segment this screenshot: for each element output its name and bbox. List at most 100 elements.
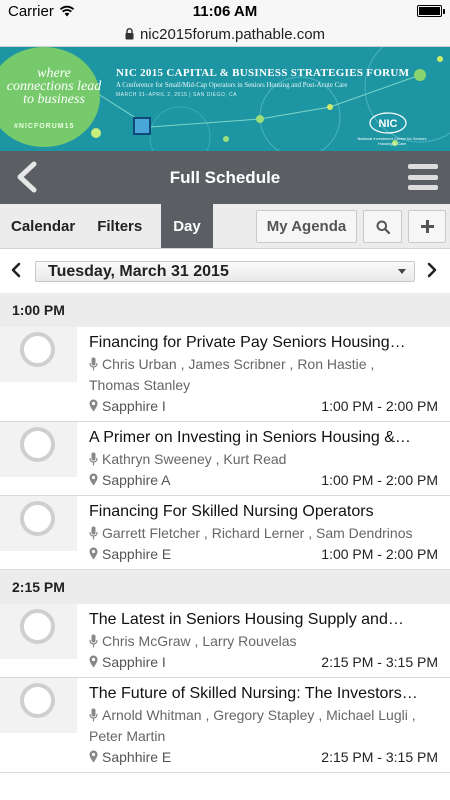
nic-logo-caption: National Investment Center for Seniors H… xyxy=(357,136,427,146)
session-row[interactable]: The Future of Skilled Nursing: The Inves… xyxy=(0,678,450,773)
session-time: 1:00 PM - 2:00 PM xyxy=(321,472,438,488)
speaker-link[interactable]: Kathryn Sweeney xyxy=(102,451,212,467)
microphone-icon xyxy=(89,634,98,648)
add-to-agenda-circle-icon[interactable] xyxy=(20,609,55,644)
plus-icon xyxy=(420,220,434,233)
session-title[interactable]: The Future of Skilled Nursing: The Inves… xyxy=(89,683,438,705)
session-location: Sapphire I xyxy=(89,396,166,417)
session-toggle-area xyxy=(0,678,77,733)
location-pin-icon xyxy=(89,655,98,668)
tab-calendar[interactable]: Calendar xyxy=(0,204,86,248)
session-title[interactable]: The Latest in Seniors Housing Supply and… xyxy=(89,609,438,631)
session-meta: Sapphire I 2:15 PM - 3:15 PM xyxy=(89,652,438,673)
schedule-list: 1:00 PM Financing for Private Pay Seniors… xyxy=(0,293,450,773)
microphone-icon xyxy=(89,452,98,466)
time-slot-header: 2:15 PM xyxy=(0,570,450,604)
speaker-link[interactable]: Ron Hastie xyxy=(297,356,366,372)
session-row[interactable]: The Latest in Seniors Housing Supply and… xyxy=(0,604,450,678)
speaker-link[interactable]: Chris McGraw xyxy=(102,633,191,649)
add-to-agenda-circle-icon[interactable] xyxy=(20,501,55,536)
session-toggle-area xyxy=(0,604,77,659)
speaker-link[interactable]: Larry Rouvelas xyxy=(202,633,296,649)
add-to-agenda-circle-icon[interactable] xyxy=(20,332,55,367)
carrier-label: Carrier xyxy=(8,2,54,20)
next-day-icon[interactable] xyxy=(426,262,438,278)
session-meta: Sapphire A 1:00 PM - 2:00 PM xyxy=(89,470,438,491)
session-details: Financing For Skilled Nursing Operators G… xyxy=(89,496,450,569)
banner-subtitle: A Conference for Small/Mid-Cap Operators… xyxy=(116,82,348,89)
speaker-link[interactable]: Gregory Stapley xyxy=(213,707,314,723)
status-bar: Carrier 11:06 AM xyxy=(0,0,450,22)
previous-day-icon[interactable] xyxy=(10,262,22,278)
location-pin-icon xyxy=(89,399,98,412)
wifi-icon xyxy=(59,5,74,17)
session-title[interactable]: Financing for Private Pay Seniors Housin… xyxy=(89,332,438,354)
speaker-link[interactable]: Michael Lugli xyxy=(326,707,408,723)
location-pin-icon xyxy=(89,750,98,763)
session-row[interactable]: Financing For Skilled Nursing Operators G… xyxy=(0,496,450,570)
session-speakers: Chris McGraw , Larry Rouvelas xyxy=(89,631,438,652)
url-text[interactable]: nic2015forum.pathable.com xyxy=(140,26,325,43)
session-row[interactable]: A Primer on Investing in Seniors Housing… xyxy=(0,422,450,496)
session-location-label: Sapphire A xyxy=(102,472,171,488)
banner-tagline: where connections lead to business xyxy=(6,66,102,107)
session-title[interactable]: A Primer on Investing in Seniors Housing… xyxy=(89,427,438,449)
session-details: The Future of Skilled Nursing: The Inves… xyxy=(89,678,450,772)
session-time: 1:00 PM - 2:00 PM xyxy=(321,546,438,562)
date-selector-row: Tuesday, March 31 2015 xyxy=(0,249,450,293)
session-speakers: Arnold Whitman , Gregory Stapley , Micha… xyxy=(89,707,416,744)
add-to-agenda-circle-icon[interactable] xyxy=(20,683,55,718)
session-location-label: Sapphire I xyxy=(102,398,166,414)
session-details: A Primer on Investing in Seniors Housing… xyxy=(89,422,450,495)
session-meta: Sapphire E 1:00 PM - 2:00 PM xyxy=(89,544,438,565)
session-toggle-area xyxy=(0,496,77,551)
speaker-link[interactable]: Richard Lerner xyxy=(212,525,305,541)
session-location: Sapphire E xyxy=(89,544,171,565)
session-location-label: Sapphire I xyxy=(102,654,166,670)
banner-square xyxy=(133,117,151,135)
view-tabs: Calendar Filters Day My Agenda xyxy=(0,204,450,249)
session-location: Sapphire I xyxy=(89,652,166,673)
time-slot-header: 1:00 PM xyxy=(0,293,450,327)
battery-icon xyxy=(417,5,445,17)
session-toggle-area xyxy=(0,327,77,382)
add-to-agenda-circle-icon[interactable] xyxy=(20,427,55,462)
speaker-link[interactable]: Sam Dendrinos xyxy=(316,525,413,541)
url-bar[interactable]: nic2015forum.pathable.com xyxy=(0,22,450,47)
tab-filters[interactable]: Filters xyxy=(86,204,153,248)
speaker-link[interactable]: Arnold Whitman xyxy=(102,707,202,723)
session-location-label: Saphhire E xyxy=(102,749,172,765)
date-select-value: Tuesday, March 31 2015 xyxy=(48,262,229,280)
microphone-icon xyxy=(89,526,98,540)
session-title[interactable]: Financing For Skilled Nursing Operators xyxy=(89,501,438,523)
date-select[interactable]: Tuesday, March 31 2015 xyxy=(35,261,415,282)
tab-day[interactable]: Day xyxy=(161,204,213,248)
speaker-link[interactable]: Thomas Stanley xyxy=(89,377,190,393)
session-time: 2:15 PM - 3:15 PM xyxy=(321,749,438,765)
event-banner[interactable]: where connections lead to business #NICF… xyxy=(0,47,450,151)
session-speakers: Kathryn Sweeney , Kurt Read xyxy=(89,449,438,470)
session-time: 1:00 PM - 2:00 PM xyxy=(321,398,438,414)
add-button[interactable] xyxy=(408,210,446,243)
chevron-down-icon xyxy=(398,269,406,274)
my-agenda-button[interactable]: My Agenda xyxy=(256,210,357,243)
microphone-icon xyxy=(89,357,98,371)
session-meta: Saphhire E 2:15 PM - 3:15 PM xyxy=(89,747,438,768)
location-pin-icon xyxy=(89,547,98,560)
speaker-link[interactable]: Kurt Read xyxy=(223,451,286,467)
speaker-link[interactable]: James Scribner xyxy=(188,356,285,372)
search-button[interactable] xyxy=(363,210,402,243)
lock-icon xyxy=(125,28,134,40)
speaker-link[interactable]: Peter Martin xyxy=(89,728,165,744)
nav-bar: Full Schedule xyxy=(0,151,450,204)
banner-dates: MARCH 31–APRIL 2, 2015 | SAN DIEGO, CA xyxy=(116,92,237,98)
back-chevron-icon[interactable] xyxy=(12,161,42,193)
microphone-icon xyxy=(89,708,98,722)
session-details: Financing for Private Pay Seniors Housin… xyxy=(89,327,450,421)
session-location: Sapphire A xyxy=(89,470,171,491)
speaker-link[interactable]: Garrett Fletcher xyxy=(102,525,200,541)
speaker-link[interactable]: Chris Urban xyxy=(102,356,177,372)
session-row[interactable]: Financing for Private Pay Seniors Housin… xyxy=(0,327,450,422)
banner-title: NIC 2015 CAPITAL & BUSINESS STRATEGIES F… xyxy=(116,67,410,79)
hamburger-menu-icon[interactable] xyxy=(408,164,438,190)
